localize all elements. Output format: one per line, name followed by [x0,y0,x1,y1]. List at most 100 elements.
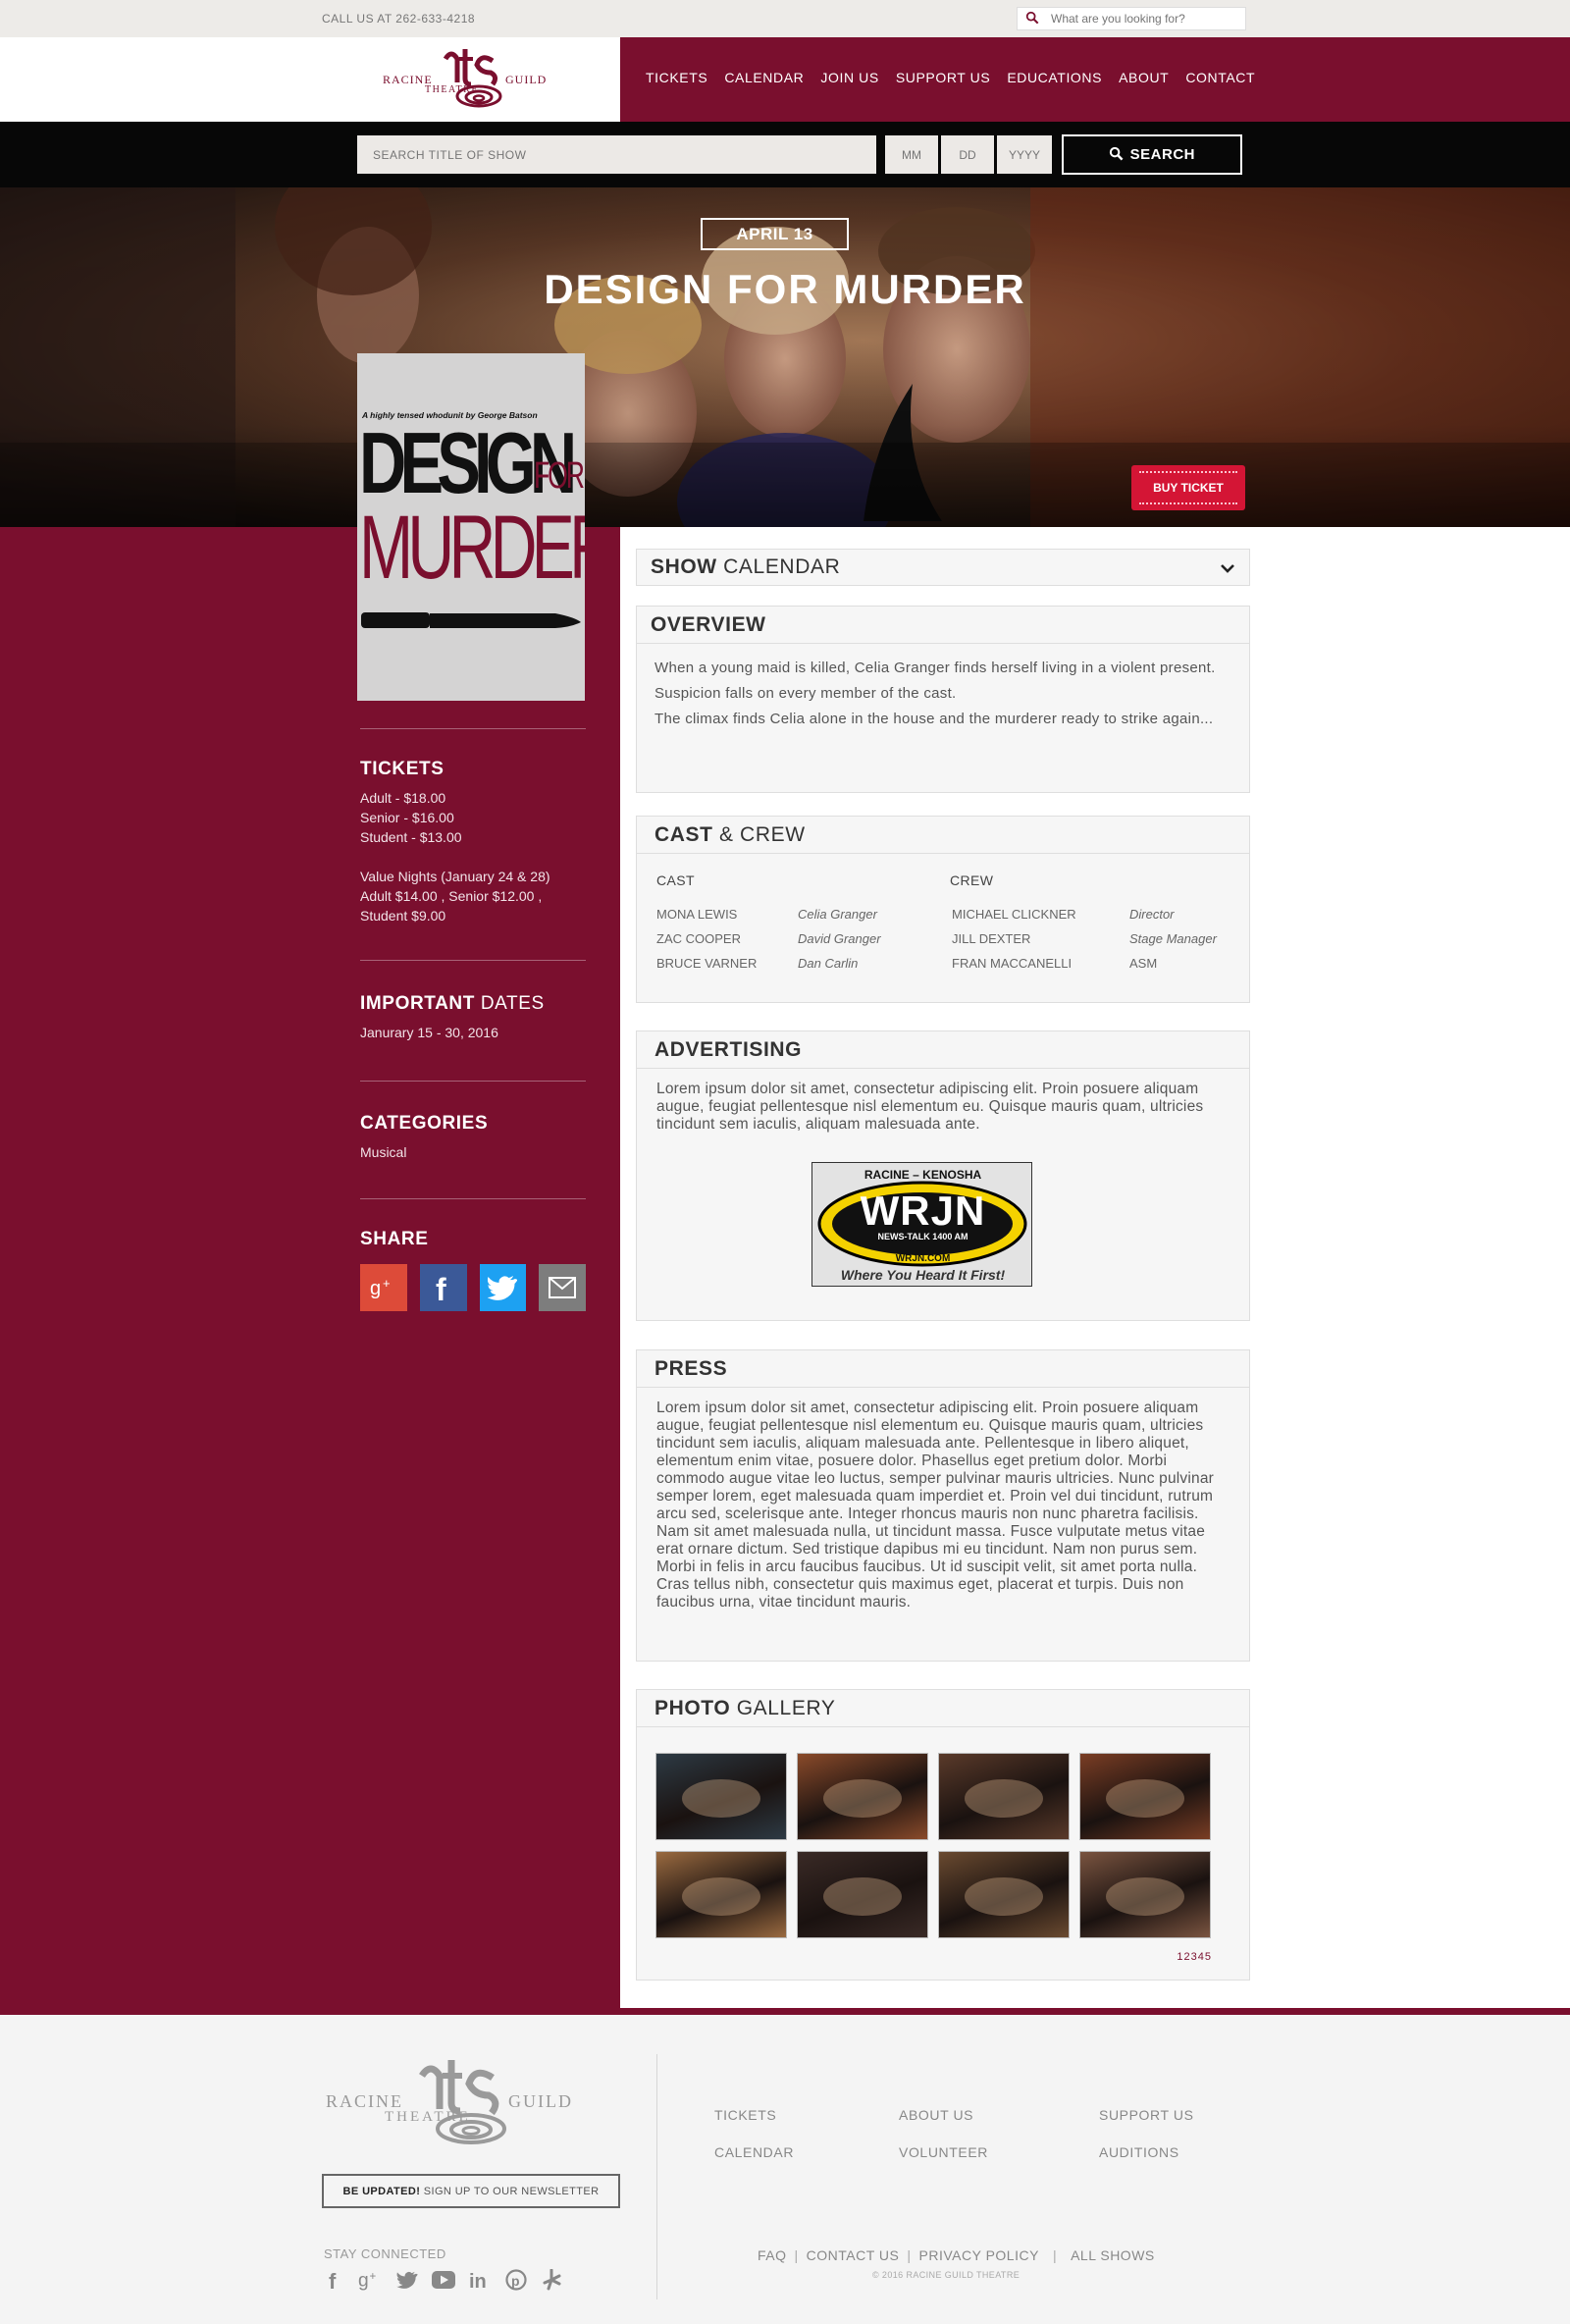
gallery-thumbnail[interactable] [938,1851,1070,1938]
svg-text:+: + [370,2271,377,2283]
year-input[interactable] [997,135,1052,174]
svg-text:g: g [370,1278,381,1299]
important-dates-value: Janurary 15 - 30, 2016 [360,1025,498,1040]
nav-contact[interactable]: CONTACT [1185,70,1255,85]
overview-body: When a young maid is killed, Celia Grang… [637,644,1249,740]
gallery-thumbnail[interactable] [797,1851,928,1938]
overview-heading: OVERVIEW [637,607,1249,644]
google-plus-icon[interactable]: g + [360,1264,407,1311]
thumbnail-highlight [682,1779,760,1819]
youtube-icon[interactable] [431,2267,455,2292]
value-nights: Value Nights (January 24 & 28) [360,869,550,884]
gallery-thumbnail[interactable] [938,1753,1070,1840]
footer-link-support-us[interactable]: SUPPORT US [1099,2107,1194,2123]
nav-tickets[interactable]: TICKETS [646,70,707,85]
page-link[interactable]: 4 [1198,1951,1205,1963]
show-title-input[interactable] [357,135,876,174]
thumbnail-highlight [1106,1779,1184,1819]
mail-icon[interactable] [539,1264,586,1311]
page-link[interactable]: 1 [1177,1951,1183,1963]
thumbnail-highlight [823,1779,902,1819]
tickets-heading: TICKETS [360,759,445,779]
photo-gallery-panel: PHOTO GALLERY 12345 [636,1689,1250,1981]
cast-crew-heading: CAST & CREW [637,817,1249,854]
divider [360,1198,586,1199]
pinterest-icon[interactable]: p [503,2267,528,2292]
separator: | [907,2247,912,2263]
svg-text:f: f [329,2269,337,2291]
advertising-text: Lorem ipsum dolor sit amet, consectetur … [656,1081,1204,1133]
logo-area: RACINE GUILD THEATRE [0,37,620,122]
ticket-price-adult: Adult - $18.00 [360,790,446,806]
categories-heading: CATEGORIES [360,1113,489,1134]
legal-link-all-shows[interactable]: ALL SHOWS [1071,2247,1155,2263]
legal-link-contact-us[interactable]: CONTACT US [807,2247,900,2263]
chevron-down-icon[interactable] [1220,560,1235,576]
footer-link-auditions[interactable]: AUDITIONS [1099,2144,1179,2160]
google-plus-icon[interactable]: g + [358,2267,383,2292]
footer-link-tickets[interactable]: TICKETS [714,2107,776,2123]
linkedin-icon[interactable]: in [467,2267,492,2292]
facebook-icon[interactable]: f [322,2267,346,2292]
buy-ticket-button[interactable]: BUY TICKET [1131,465,1245,510]
gallery-thumbnail[interactable] [1079,1753,1211,1840]
site-logo[interactable]: RACINE GUILD THEATRE [381,43,551,116]
important-dates-heading: IMPORTANT DATES [360,993,545,1014]
show-title: DESIGN FOR MURDER [544,266,1026,312]
page-link[interactable]: 3 [1191,1951,1198,1963]
footer-logo[interactable]: RACINE GUILD THEATRE [324,2052,579,2148]
list-item: MICHAEL CLICKNER Director [952,907,1175,922]
main-nav: TICKETS CALENDAR JOIN US SUPPORT US EDUC… [646,70,1272,85]
gallery-thumbnail[interactable] [655,1753,787,1840]
logo-guild: GUILD [505,73,548,86]
category-value: Musical [360,1144,407,1160]
day-input[interactable] [941,135,994,174]
gallery-thumbnail[interactable] [797,1753,928,1840]
footer-accent-bar [0,2008,1570,2015]
wrjn-ad-banner[interactable]: RACINE – KENOSHA WRJN NEWS-TALK 1400 AM … [811,1162,1032,1287]
show-calendar-accordion[interactable]: SHOW CALENDAR [636,549,1250,586]
site-search-input[interactable] [1051,11,1237,26]
month-input[interactable] [885,135,938,174]
nav-join-us[interactable]: JOIN US [820,70,878,85]
knife-icon [361,612,581,628]
overview-panel: OVERVIEW When a young maid is killed, Ce… [636,606,1250,793]
overview-paragraph: When a young maid is killed, Celia Grang… [654,660,1216,676]
divider [360,960,586,961]
footer-social-links: f g + in p [322,2267,564,2292]
facebook-icon[interactable]: f [419,1264,467,1311]
nav-about[interactable]: ABOUT [1119,70,1169,85]
list-item: MONA LEWIS Celia Granger [656,907,877,922]
footer-link-volunteer[interactable]: VOLUNTEER [899,2144,988,2160]
page-link[interactable]: 2 [1184,1951,1191,1963]
twitter-icon[interactable] [394,2267,419,2292]
nav-calendar[interactable]: CALENDAR [724,70,804,85]
poster-for: FOR [534,455,585,497]
footer-link-about-us[interactable]: ABOUT US [899,2107,973,2123]
site-search[interactable] [1017,7,1246,30]
advertising-panel: ADVERTISING Lorem ipsum dolor sit amet, … [636,1030,1250,1321]
newsletter-signup-button[interactable]: BE UPDATED! SIGN UP TO OUR NEWSLETTER [322,2174,620,2208]
site-header: RACINE GUILD THEATRE TICKETS CALENDAR JO… [0,37,1570,122]
divider [360,1081,586,1082]
gallery-thumbnail[interactable] [1079,1851,1211,1938]
list-item: JILL DEXTER Stage Manager [952,931,1217,946]
thumbnail-highlight [965,1779,1043,1819]
nav-support-us[interactable]: SUPPORT US [896,70,991,85]
yelp-icon[interactable] [540,2267,564,2292]
show-search-button[interactable]: SEARCH [1062,134,1242,175]
overview-paragraph: Suspicion falls on every member of the c… [654,685,957,702]
page-link[interactable]: 5 [1205,1951,1212,1963]
value-nights-prices: Adult $14.00 , Senior $12.00 , [360,888,543,904]
footer-link-calendar[interactable]: CALENDAR [714,2144,794,2160]
show-poster: A highly tensed whodunit by George Batso… [357,353,585,701]
legal-link-faq[interactable]: FAQ [758,2247,787,2263]
list-item: FRAN MACCANELLI ASM [952,956,1158,971]
press-text: Lorem ipsum dolor sit amet, consectetur … [656,1400,1215,1611]
gallery-thumbnail[interactable] [655,1851,787,1938]
list-item: ZAC COOPER David Granger [656,931,881,946]
list-item: BRUCE VARNER Dan Carlin [656,956,859,971]
nav-educations[interactable]: EDUCATIONS [1007,70,1102,85]
twitter-icon[interactable] [479,1264,527,1311]
legal-link-privacy-policy[interactable]: PRIVACY POLICY [919,2247,1039,2263]
